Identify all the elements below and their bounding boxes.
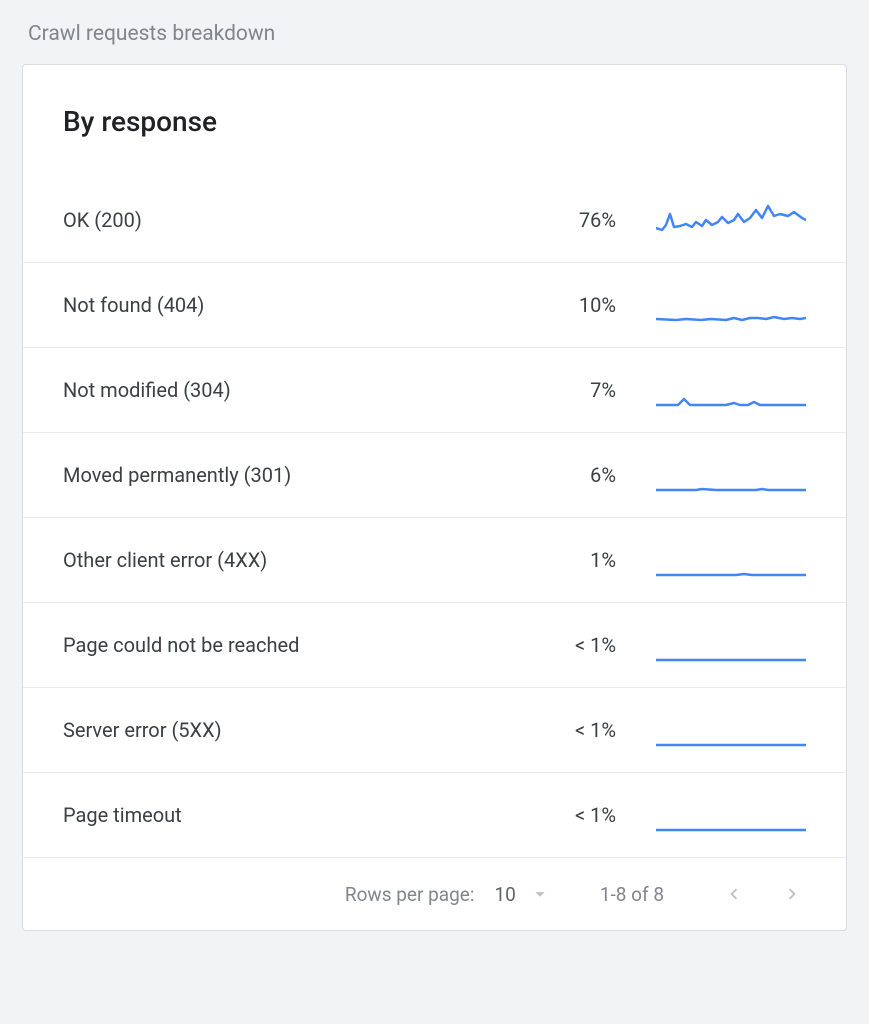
sparkline	[656, 455, 806, 495]
row-label: Page could not be reached	[63, 633, 575, 657]
row-value: 10%	[576, 293, 656, 317]
table-row[interactable]: Moved permanently (301)6%	[23, 432, 846, 517]
next-page-button[interactable]	[778, 880, 806, 908]
rows-per-page-group: Rows per page: 10	[345, 880, 554, 908]
row-label: Not modified (304)	[63, 378, 576, 402]
rows-per-page-label: Rows per page:	[345, 883, 475, 906]
sparkline	[656, 625, 806, 665]
card-title: By response	[23, 65, 846, 178]
sparkline	[656, 200, 806, 240]
row-value: < 1%	[575, 718, 656, 742]
row-label: OK (200)	[63, 208, 576, 232]
table-footer: Rows per page: 10 1-8 of 8	[23, 857, 846, 930]
table-row[interactable]: Other client error (4XX)1%	[23, 517, 846, 602]
row-value: < 1%	[575, 803, 656, 827]
row-label: Other client error (4XX)	[63, 548, 576, 572]
chevron-down-icon	[526, 880, 554, 908]
rows-per-page-select[interactable]: 10	[494, 880, 553, 908]
row-value: < 1%	[575, 633, 656, 657]
sparkline	[656, 285, 806, 325]
table-row[interactable]: OK (200)76%	[23, 178, 846, 262]
row-label: Not found (404)	[63, 293, 576, 317]
table-row[interactable]: Not modified (304)7%	[23, 347, 846, 432]
by-response-card: By response OK (200)76%Not found (404)10…	[22, 64, 847, 931]
sparkline	[656, 540, 806, 580]
prev-page-button[interactable]	[720, 880, 748, 908]
table-row[interactable]: Page could not be reached< 1%	[23, 602, 846, 687]
row-label: Moved permanently (301)	[63, 463, 576, 487]
row-value: 7%	[576, 378, 656, 402]
rows-per-page-value: 10	[494, 883, 515, 906]
row-value: 6%	[576, 463, 656, 487]
sparkline	[656, 370, 806, 410]
pagination-nav	[720, 880, 806, 908]
row-label: Server error (5XX)	[63, 718, 575, 742]
sparkline	[656, 710, 806, 750]
table-row[interactable]: Not found (404)10%	[23, 262, 846, 347]
page-range: 1-8 of 8	[600, 883, 664, 906]
sparkline	[656, 795, 806, 835]
page-title: Crawl requests breakdown	[28, 22, 847, 46]
table-row[interactable]: Server error (5XX)< 1%	[23, 687, 846, 772]
table-row[interactable]: Page timeout< 1%	[23, 772, 846, 857]
row-label: Page timeout	[63, 803, 575, 827]
row-value: 76%	[576, 208, 656, 232]
row-value: 1%	[576, 548, 656, 572]
